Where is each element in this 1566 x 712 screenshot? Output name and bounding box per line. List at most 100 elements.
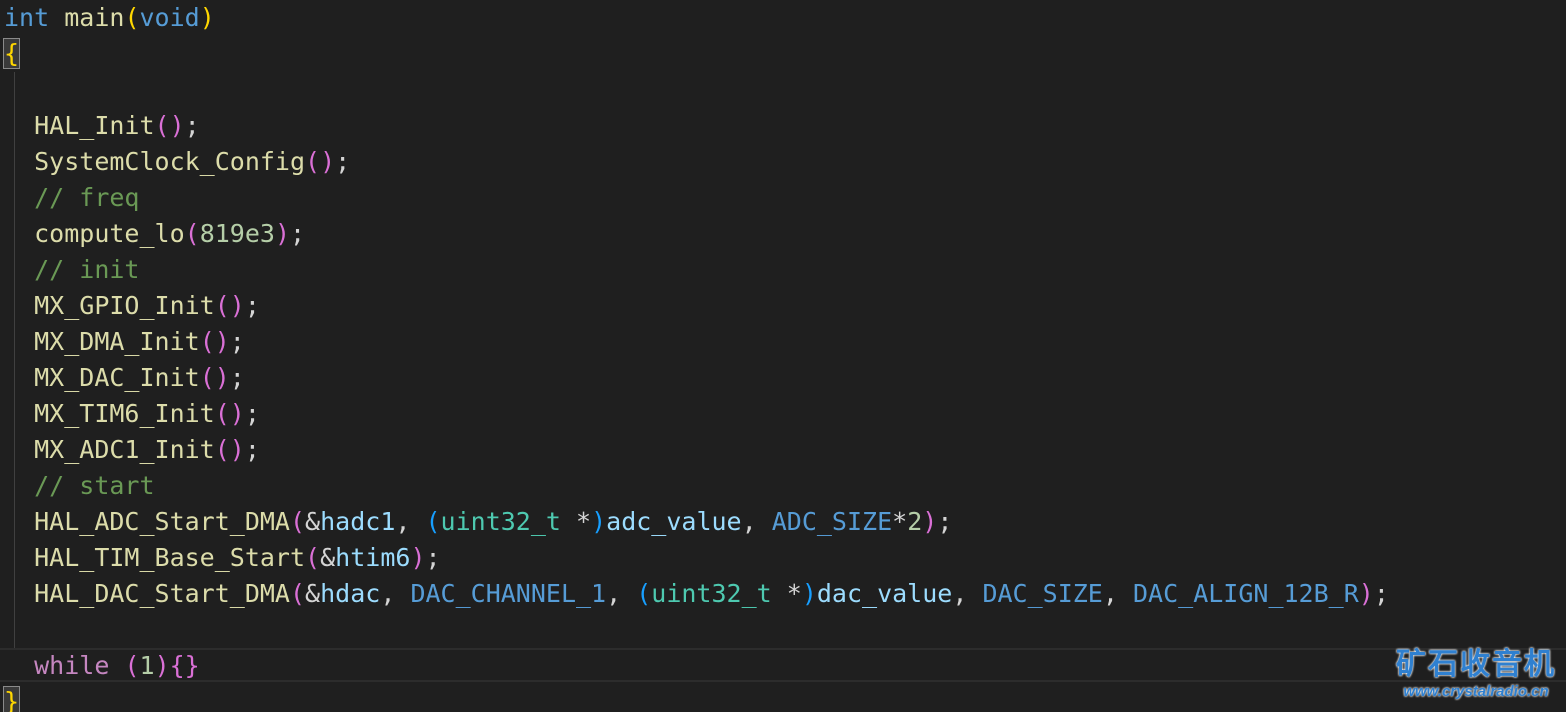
code-token: ) xyxy=(199,3,215,32)
code-token: DAC_CHANNEL_1 xyxy=(410,579,607,608)
code-token: , xyxy=(952,579,983,608)
code-token: MX_TIM6_Init xyxy=(34,399,215,428)
code-line[interactable]: MX_ADC1_Init(); xyxy=(4,432,1564,468)
code-token: ; xyxy=(229,327,245,356)
code-token: main xyxy=(64,3,125,32)
code-editor[interactable]: int main(void){ HAL_Init(); SystemClock_… xyxy=(0,0,1566,712)
code-token: uint32_t xyxy=(440,507,561,536)
code-token: adc_value xyxy=(606,507,742,536)
code-token: ) xyxy=(922,507,938,536)
code-token: // init xyxy=(34,255,140,284)
code-token: uint32_t xyxy=(651,579,772,608)
code-token: & xyxy=(305,507,321,536)
code-token: ( xyxy=(124,651,140,680)
code-line[interactable] xyxy=(4,72,1564,108)
code-token: & xyxy=(320,543,336,572)
code-token: DAC_ALIGN_12B_R xyxy=(1132,579,1359,608)
code-line[interactable]: MX_DAC_Init(); xyxy=(4,360,1564,396)
code-token: ADC_SIZE xyxy=(771,507,893,536)
code-token: ) xyxy=(1358,579,1374,608)
code-token: MX_ADC1_Init xyxy=(34,435,215,464)
code-token: hadc1 xyxy=(320,507,396,536)
code-token: ) xyxy=(801,579,817,608)
code-token: 1 xyxy=(139,651,155,680)
code-token: () xyxy=(199,363,230,392)
code-line[interactable]: HAL_ADC_Start_DMA(&hadc1, (uint32_t *)ad… xyxy=(4,504,1564,540)
code-token: {} xyxy=(169,651,200,680)
code-token: , xyxy=(395,507,426,536)
code-token: ) xyxy=(154,651,170,680)
code-token: ; xyxy=(244,291,260,320)
code-token: , xyxy=(380,579,411,608)
code-token: int xyxy=(4,3,50,32)
code-token: MX_DMA_Init xyxy=(34,327,200,356)
code-token: , xyxy=(606,579,637,608)
code-token: // freq xyxy=(34,183,140,212)
code-token: ; xyxy=(244,435,260,464)
code-token: 819e3 xyxy=(199,219,275,248)
code-line[interactable]: int main(void) xyxy=(4,0,1564,36)
code-line[interactable]: { xyxy=(2,36,1564,72)
code-token: ; xyxy=(244,399,260,428)
code-token: hdac xyxy=(320,579,381,608)
code-line[interactable]: // init xyxy=(4,252,1564,288)
watermark-url: www.crystalradio.cn xyxy=(1403,683,1549,700)
code-line[interactable]: while (1){} xyxy=(4,648,1564,684)
code-line[interactable]: HAL_Init(); xyxy=(4,108,1564,144)
code-line[interactable]: compute_lo(819e3); xyxy=(4,216,1564,252)
code-token: HAL_ADC_Start_DMA xyxy=(34,507,290,536)
code-token: htim6 xyxy=(335,543,411,572)
code-line[interactable]: MX_TIM6_Init(); xyxy=(4,396,1564,432)
code-line[interactable]: MX_GPIO_Init(); xyxy=(4,288,1564,324)
code-token: HAL_TIM_Base_Start xyxy=(34,543,306,572)
code-token: ; xyxy=(335,147,351,176)
code-token: ; xyxy=(184,111,200,140)
code-token: ( xyxy=(636,579,652,608)
code-lines[interactable]: int main(void){ HAL_Init(); SystemClock_… xyxy=(2,0,1564,712)
code-token: ( xyxy=(289,579,306,608)
code-token: ( xyxy=(124,3,140,32)
code-token: HAL_DAC_Start_DMA xyxy=(34,579,290,608)
code-line[interactable]: HAL_DAC_Start_DMA(&hdac, DAC_CHANNEL_1, … xyxy=(4,576,1564,612)
code-token: () xyxy=(214,291,245,320)
code-token: ; xyxy=(1373,579,1389,608)
code-line[interactable]: // start xyxy=(4,468,1564,504)
code-token: * xyxy=(771,579,802,608)
code-token: () xyxy=(214,435,245,464)
code-token: ( xyxy=(305,543,321,572)
code-token: , xyxy=(1102,579,1133,608)
code-token: } xyxy=(2,686,21,712)
code-token: void xyxy=(139,3,200,32)
code-token: * xyxy=(892,507,908,536)
code-line[interactable]: SystemClock_Config(); xyxy=(4,144,1564,180)
code-line[interactable]: HAL_TIM_Base_Start(&htim6); xyxy=(4,540,1564,576)
code-token: dac_value xyxy=(816,579,953,608)
code-token: // start xyxy=(34,471,155,500)
code-token: 2 xyxy=(907,507,923,536)
code-token: ) xyxy=(410,543,426,572)
code-token: ) xyxy=(591,507,607,536)
code-line[interactable]: // freq xyxy=(4,180,1564,216)
code-line[interactable]: MX_DMA_Init(); xyxy=(4,324,1564,360)
code-token: & xyxy=(305,579,321,608)
code-token: { xyxy=(2,38,21,69)
code-line[interactable] xyxy=(4,612,1564,648)
code-line[interactable]: } xyxy=(2,684,1564,712)
code-token: while xyxy=(34,651,110,680)
code-token: ; xyxy=(937,507,953,536)
watermark-logo: 矿石收音机 www.crystalradio.cn xyxy=(1394,648,1558,708)
